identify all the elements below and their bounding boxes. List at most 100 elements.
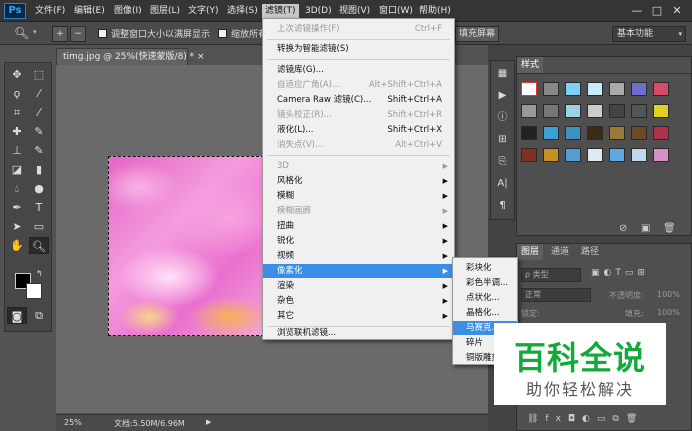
actions-play-icon[interactable]: ▶ <box>491 85 514 107</box>
menu-item-liquify[interactable]: 液化(L)... Shift+Ctrl+X <box>263 123 454 137</box>
move-tool-icon[interactable]: ✥ <box>7 66 27 83</box>
menu-item-video[interactable]: 视频 ▶ <box>263 249 454 263</box>
menu-view[interactable]: 视图(V) <box>336 4 373 19</box>
menu-select[interactable]: 选择(S) <box>224 4 261 19</box>
document-image[interactable] <box>108 156 264 336</box>
style-swatch-none[interactable] <box>521 82 537 96</box>
close-button[interactable]: ✕ <box>668 3 686 18</box>
blend-mode-select[interactable]: 正常 <box>521 288 591 302</box>
style-swatch[interactable] <box>565 148 581 162</box>
tab-paths[interactable]: 路径 <box>577 244 603 260</box>
no-style-icon[interactable]: ⊘ <box>619 223 627 234</box>
lasso-tool-icon[interactable]: ϙ <box>7 85 27 102</box>
style-swatch[interactable] <box>609 148 625 162</box>
menu-file[interactable]: 文件(F) <box>32 4 68 19</box>
style-swatch[interactable] <box>587 148 603 162</box>
menu-item-browse-online[interactable]: 浏览联机滤镜... <box>263 327 454 339</box>
menu-help[interactable]: 帮助(H) <box>416 4 454 19</box>
screen-mode-icon[interactable]: ⧉ <box>29 307 49 324</box>
style-swatch[interactable] <box>565 104 581 118</box>
clone-source-icon[interactable]: ⎘ <box>491 151 514 173</box>
style-swatch[interactable] <box>609 82 625 96</box>
opacity-value[interactable]: 100% <box>657 290 680 299</box>
quick-mask-icon[interactable]: ◙ <box>7 307 27 324</box>
style-swatch[interactable] <box>587 104 603 118</box>
pen-tool-icon[interactable]: ✒ <box>7 199 27 216</box>
style-swatch[interactable] <box>587 82 603 96</box>
style-swatch[interactable] <box>543 148 559 162</box>
submenu-item-pointillize[interactable]: 点状化... <box>453 291 517 305</box>
brush-presets-icon[interactable]: ⊞ <box>491 129 514 151</box>
shape-tool-icon[interactable]: ▭ <box>29 218 49 235</box>
swap-colors-icon[interactable]: ↰ <box>36 269 43 278</box>
magic-wand-icon[interactable]: ⁄ <box>29 85 49 102</box>
menu-item-other[interactable]: 其它 ▶ <box>263 309 454 323</box>
maximize-button[interactable]: □ <box>648 3 666 18</box>
menu-item-noise[interactable]: 杂色 ▶ <box>263 294 454 308</box>
fill-value[interactable]: 100% <box>657 308 680 317</box>
style-swatch[interactable] <box>631 104 647 118</box>
paragraph-icon[interactable]: ¶ <box>491 195 514 217</box>
history-icon[interactable]: ▦ <box>491 63 514 85</box>
menu-item-camera-raw[interactable]: Camera Raw 滤镜(C)... Shift+Ctrl+A <box>263 93 454 107</box>
path-select-icon[interactable]: ➤ <box>7 218 27 235</box>
zoom-in-icon[interactable]: + <box>52 26 68 42</box>
layer-filter-kind[interactable]: ρ 类型 <box>521 268 581 282</box>
eraser-tool-icon[interactable]: ◪ <box>7 161 27 178</box>
style-swatch[interactable] <box>653 104 669 118</box>
submenu-item-color-halftone[interactable]: 彩色半调... <box>453 276 517 290</box>
clone-stamp-icon[interactable]: ⊥ <box>7 142 27 159</box>
style-swatch[interactable] <box>521 148 537 162</box>
menu-item-blur[interactable]: 模糊 ▶ <box>263 189 454 203</box>
style-swatch[interactable] <box>543 126 559 140</box>
history-brush-icon[interactable]: ✎ <box>29 142 49 159</box>
style-swatch[interactable] <box>565 126 581 140</box>
fill-screen-button[interactable]: 填充屏幕 <box>455 26 499 42</box>
style-swatch[interactable] <box>609 126 625 140</box>
character-icon[interactable]: A| <box>491 173 514 195</box>
crop-tool-icon[interactable]: ⌗ <box>7 104 27 121</box>
style-swatch[interactable] <box>543 104 559 118</box>
menu-filter[interactable]: 滤镜(T) <box>262 4 299 19</box>
marquee-tool-icon[interactable]: ⬚ <box>29 66 49 83</box>
close-tab-icon[interactable]: × <box>197 52 205 62</box>
menu-item-filter-gallery[interactable]: 滤镜库(G)... <box>263 63 454 77</box>
delete-style-icon[interactable]: 🗑︎ <box>663 223 676 234</box>
menu-window[interactable]: 窗口(W) <box>376 4 416 19</box>
healing-brush-icon[interactable]: ✚ <box>7 123 27 140</box>
layer-actions-bar[interactable]: ⛓fx◘◐▭⧉🗑︎ <box>527 414 644 424</box>
menu-image[interactable]: 图像(I) <box>111 4 145 19</box>
brush-tool-icon[interactable]: ✎ <box>29 123 49 140</box>
menu-item-convert-smart-filters[interactable]: 转换为智能滤镜(S) <box>263 42 454 56</box>
zoom-out-icon[interactable]: − <box>70 26 86 42</box>
status-arrow-icon[interactable]: ▶ <box>206 418 211 426</box>
menu-edit[interactable]: 编辑(E) <box>71 4 108 19</box>
tab-layers[interactable]: 图层 <box>517 244 544 260</box>
menu-item-pixelate[interactable]: 像素化 ▶ <box>263 264 454 278</box>
gradient-tool-icon[interactable]: ▮ <box>29 161 49 178</box>
minimize-button[interactable]: — <box>628 3 646 18</box>
style-swatch[interactable] <box>653 82 669 96</box>
resize-windows-checkbox[interactable] <box>98 29 107 38</box>
style-swatch[interactable] <box>521 126 537 140</box>
style-swatch[interactable] <box>609 104 625 118</box>
style-swatch[interactable] <box>543 82 559 96</box>
properties-icon[interactable]: ⓘ <box>491 107 514 129</box>
submenu-item-crystallize[interactable]: 晶格化... <box>453 306 517 320</box>
style-swatch[interactable] <box>565 82 581 96</box>
blur-tool-icon[interactable]: 💧︎ <box>7 180 27 197</box>
zoom-level[interactable]: 25% <box>64 418 82 427</box>
chevron-down-icon[interactable]: ▾ <box>33 28 37 36</box>
layer-filter-icons[interactable]: ▣◐T▭⊞ <box>591 268 649 278</box>
zoom-all-checkbox[interactable] <box>218 29 227 38</box>
hand-tool-icon[interactable]: ✋ <box>7 237 27 254</box>
background-color-swatch[interactable] <box>26 283 42 299</box>
menu-item-stylize[interactable]: 风格化 ▶ <box>263 174 454 188</box>
text-tool-icon[interactable]: T <box>29 199 49 216</box>
workspace-select[interactable]: 基本功能 ▾ <box>612 26 686 42</box>
menu-layer[interactable]: 图层(L) <box>147 4 183 19</box>
style-swatch[interactable] <box>631 82 647 96</box>
dodge-tool-icon[interactable]: ● <box>29 180 49 197</box>
menu-item-render[interactable]: 渲染 ▶ <box>263 279 454 293</box>
new-style-icon[interactable]: ▣ <box>641 223 650 234</box>
